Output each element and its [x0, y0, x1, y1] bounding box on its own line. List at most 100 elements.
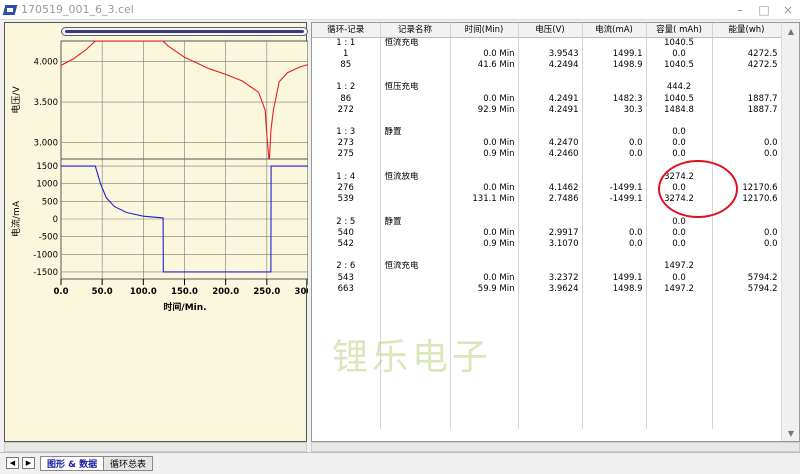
- cell-voltage: [518, 406, 583, 418]
- table-row[interactable]: [312, 305, 782, 317]
- cell-current: 1482.3: [582, 92, 647, 105]
- table-row[interactable]: 540 0.0 Min 2.9917 0.0 0.0 0.0: [312, 227, 782, 239]
- x-axis-label: 时间/Min.: [163, 301, 206, 313]
- table-row[interactable]: 1 : 1 恒流充电 1040.5: [312, 37, 782, 49]
- x-tick-label: 50.0: [92, 287, 113, 297]
- chart-horizontal-scrollbar[interactable]: [4, 442, 307, 452]
- tab-nav-prev-icon[interactable]: ◀: [6, 457, 19, 469]
- cell-current: 0.0: [582, 137, 647, 149]
- cell-cycle-record: 276: [312, 182, 381, 194]
- cell-cycle-record: 663: [312, 283, 381, 295]
- cell-capacity: [646, 249, 713, 261]
- table-vertical-scrollbar[interactable]: ▲ ▼: [781, 23, 799, 441]
- header-time[interactable]: 时间(Min): [450, 23, 519, 38]
- y-tick-label: -500: [39, 233, 58, 243]
- cell-voltage: [518, 70, 583, 82]
- header-cycle-record[interactable]: 循环-记录: [312, 23, 381, 38]
- cell-record-name: [380, 383, 451, 395]
- cell-capacity: [646, 395, 713, 407]
- close-button[interactable]: ×: [776, 0, 800, 20]
- cell-capacity: 1040.5: [646, 59, 713, 71]
- cell-voltage: [518, 395, 583, 407]
- cell-record-name: [380, 395, 451, 407]
- cell-time: [450, 249, 519, 261]
- cell-energy: [712, 316, 782, 328]
- window-controls: – □ ×: [728, 0, 800, 20]
- table-row[interactable]: 1 : 3 静置 0.0: [312, 126, 782, 138]
- table-row[interactable]: [312, 70, 782, 82]
- y-axis-label: 电流/mA: [10, 200, 22, 237]
- y-tick-label: 1500: [36, 162, 58, 172]
- cell-voltage: [518, 160, 583, 172]
- header-energy[interactable]: 能量(wh): [712, 23, 782, 38]
- table-row[interactable]: [312, 115, 782, 127]
- cell-record-name: [380, 204, 451, 216]
- cell-voltage: 4.2491: [518, 92, 583, 105]
- table-row[interactable]: 2 : 6 恒流充电 1497.2: [312, 260, 782, 272]
- cell-time: 41.6 Min: [450, 59, 519, 71]
- cell-voltage: [518, 81, 583, 93]
- table-row[interactable]: 2 : 5 静置 0.0: [312, 216, 782, 228]
- cell-record-name: 恒压充电: [380, 81, 451, 93]
- table-row[interactable]: [312, 395, 782, 407]
- header-current[interactable]: 电流(mA): [582, 23, 647, 38]
- table-row[interactable]: 663 59.9 Min 3.9624 1498.9 1497.2 5794.2: [312, 283, 782, 295]
- app-logo-icon: [3, 3, 17, 17]
- header-voltage[interactable]: 电压(V): [518, 23, 583, 38]
- table-row[interactable]: [312, 383, 782, 395]
- cell-record-name: [380, 70, 451, 82]
- watermark-text: 锂乐电子: [332, 337, 493, 378]
- table-row[interactable]: 86 0.0 Min 4.2491 1482.3 1040.5 1887.7: [312, 92, 782, 105]
- cell-current: [582, 316, 647, 328]
- cell-cycle-record: 1 : 1: [312, 37, 381, 49]
- cell-capacity: 0.0: [646, 238, 713, 250]
- table-row[interactable]: [312, 249, 782, 261]
- minimize-button[interactable]: –: [728, 0, 752, 20]
- table-horizontal-scrollbar[interactable]: [311, 442, 800, 452]
- cell-capacity: [646, 417, 713, 429]
- table-row[interactable]: 1 0.0 Min 3.9543 1499.1 0.0 4272.5: [312, 48, 782, 60]
- cell-record-name: [380, 182, 451, 194]
- table-row[interactable]: 275 0.9 Min 4.2460 0.0 0.0 0.0: [312, 148, 782, 161]
- cell-current: 1499.1: [582, 48, 647, 60]
- cell-voltage: 2.9917: [518, 227, 583, 239]
- table-row[interactable]: 273 0.0 Min 4.2470 0.0 0.0 0.0: [312, 137, 782, 149]
- table-row[interactable]: [312, 294, 782, 306]
- cell-time: [450, 294, 519, 306]
- table-row[interactable]: 85 41.6 Min 4.2494 1498.9 1040.5 4272.5: [312, 59, 782, 71]
- table-row[interactable]: 543 0.0 Min 3.2372 1499.1 0.0 5794.2: [312, 271, 782, 284]
- cell-cycle-record: [312, 294, 381, 306]
- cell-time: [450, 305, 519, 317]
- cell-current: [582, 372, 647, 384]
- current-chart: 1500 1000 500 0 -500 -1000 -1500 电流/mA: [10, 158, 308, 280]
- maximize-button[interactable]: □: [752, 0, 776, 20]
- header-record-name[interactable]: 记录名称: [380, 23, 451, 38]
- cell-capacity: 1040.5: [646, 92, 713, 105]
- cell-energy: [712, 372, 782, 384]
- cell-current: [582, 37, 647, 49]
- table-row[interactable]: 1 : 2 恒压充电 444.2: [312, 81, 782, 93]
- tab-cycle-summary[interactable]: 循环总表: [103, 456, 154, 471]
- scroll-up-arrow-icon[interactable]: ▲: [782, 23, 799, 39]
- tab-graph-data[interactable]: 图形 & 数据: [40, 456, 105, 471]
- cell-energy: 5794.2: [712, 283, 782, 295]
- cell-current: [582, 339, 647, 351]
- table-row[interactable]: 272 92.9 Min 4.2491 30.3 1484.8 1887.7: [312, 104, 782, 116]
- scroll-down-arrow-icon[interactable]: ▼: [782, 425, 799, 441]
- table-row[interactable]: [312, 316, 782, 328]
- cell-current: [582, 160, 647, 172]
- cell-capacity: 0.0: [646, 148, 713, 161]
- table-row[interactable]: 542 0.9 Min 3.1070 0.0 0.0 0.0: [312, 238, 782, 250]
- cell-cycle-record: 273: [312, 137, 381, 149]
- cell-current: [582, 216, 647, 228]
- tab-nav-next-icon[interactable]: ▶: [22, 457, 35, 469]
- x-tick-label: 250.0: [253, 287, 280, 297]
- cell-current: [582, 70, 647, 82]
- cell-cycle-record: 1: [312, 48, 381, 60]
- cell-cycle-record: 2 : 5: [312, 216, 381, 228]
- header-capacity[interactable]: 容量( mAh): [646, 23, 713, 38]
- table-row[interactable]: [312, 406, 782, 418]
- cell-energy: [712, 115, 782, 127]
- table-row[interactable]: [312, 417, 782, 429]
- cell-time: [450, 126, 519, 138]
